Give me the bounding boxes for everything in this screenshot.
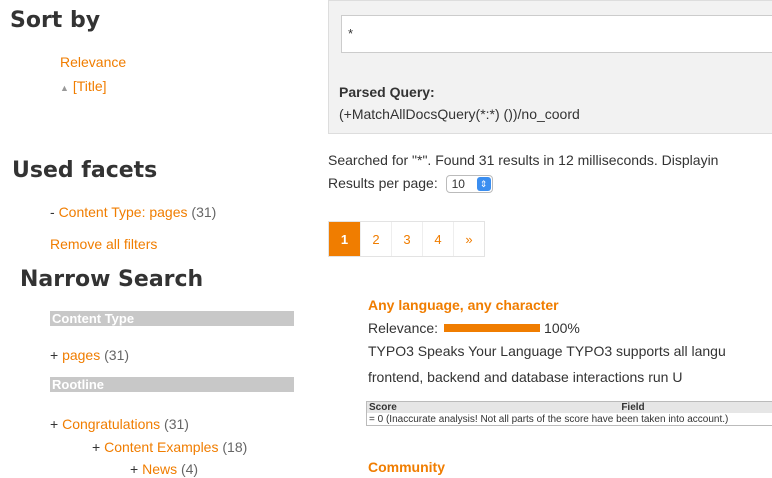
remove-facet-link[interactable]: Content Type: pages — [59, 204, 188, 220]
score-table: Score Field = 0 (Inaccurate analysis! No… — [366, 401, 772, 426]
facet-prefix: + — [50, 347, 59, 363]
results-per-page: Results per page: 10 ⇕ — [328, 175, 493, 194]
facet-option-link[interactable]: Congratulations — [62, 416, 160, 432]
results-per-page-label: Results per page: — [328, 175, 438, 191]
facet-count: (4) — [180, 461, 199, 477]
facet-count: (31) — [104, 347, 130, 363]
relevance-label: Relevance: — [368, 320, 439, 336]
sort-option-label[interactable]: [Title] — [73, 78, 107, 94]
facet-prefix: + — [92, 439, 101, 455]
result-title-link[interactable]: Any language, any character — [368, 297, 559, 313]
facet-count: (18) — [222, 439, 248, 455]
facet-count: (31) — [191, 204, 217, 220]
page-2-button[interactable]: 2 — [360, 222, 391, 256]
remove-all-filters[interactable]: Remove all filters — [50, 236, 157, 252]
facet-header-rootline: Rootline — [50, 377, 294, 392]
next-page-button[interactable]: » — [453, 222, 484, 256]
sort-ascending-icon: ▲ — [60, 83, 69, 93]
facet-option-pages[interactable]: + pages (31) — [50, 347, 129, 363]
query-panel: * Parsed Query: (+MatchAllDocsQuery(*:*)… — [328, 0, 772, 134]
sort-option-title[interactable]: ▲ [Title] — [60, 78, 107, 94]
used-facet-item: - Content Type: pages (31) — [50, 204, 216, 220]
facet-prefix: + — [130, 461, 139, 477]
facet-option-link[interactable]: pages — [62, 347, 100, 363]
select-arrows-icon: ⇕ — [476, 177, 491, 192]
pagination: 1 2 3 4 » — [328, 221, 485, 257]
field-column-header: Field — [481, 401, 772, 413]
facet-count: (31) — [164, 416, 189, 432]
parsed-query-value: (+MatchAllDocsQuery(*:*) ())/no_coord — [339, 106, 580, 122]
sort-option-relevance[interactable]: Relevance — [60, 54, 126, 70]
score-row: = 0 (Inaccurate analysis! Not all parts … — [369, 413, 729, 425]
search-query-field[interactable]: * — [341, 15, 772, 53]
facet-prefix: - — [50, 204, 55, 220]
relevance-value: 100% — [544, 320, 580, 336]
remove-all-filters-link[interactable]: Remove all filters — [50, 236, 157, 252]
sort-option-label[interactable]: Relevance — [60, 54, 126, 70]
page-4-button[interactable]: 4 — [422, 222, 453, 256]
facet-header-content-type: Content Type — [50, 311, 294, 326]
facet-option-content-examples[interactable]: + Content Examples (18) — [92, 439, 247, 455]
narrow-search-heading: Narrow Search — [20, 267, 204, 292]
used-facets-heading: Used facets — [12, 158, 158, 183]
facet-option-link[interactable]: Content Examples — [104, 439, 218, 455]
page-3-button[interactable]: 3 — [391, 222, 422, 256]
sort-by-heading: Sort by — [10, 8, 101, 33]
result-snippet-line-2: frontend, backend and database interacti… — [368, 369, 683, 385]
facet-option-news[interactable]: + News (4) — [130, 461, 198, 477]
parsed-query-label: Parsed Query: — [339, 84, 435, 100]
facet-option-link[interactable]: News — [142, 461, 177, 477]
results-per-page-value: 10 — [451, 177, 465, 192]
results-per-page-select[interactable]: 10 ⇕ — [445, 175, 493, 194]
search-status: Searched for "*". Found 31 results in 12… — [328, 152, 719, 168]
relevance-bar — [444, 324, 541, 333]
score-column-header: Score — [366, 401, 481, 413]
facet-prefix: + — [50, 416, 59, 432]
page-1-button[interactable]: 1 — [329, 222, 360, 256]
result-snippet-line-1: TYPO3 Speaks Your Language TYPO3 support… — [368, 343, 726, 359]
result-relevance: Relevance: 100% — [368, 320, 580, 336]
result-title-link[interactable]: Community — [368, 459, 445, 475]
facet-option-congratulations[interactable]: + Congratulations (31) — [50, 416, 189, 432]
